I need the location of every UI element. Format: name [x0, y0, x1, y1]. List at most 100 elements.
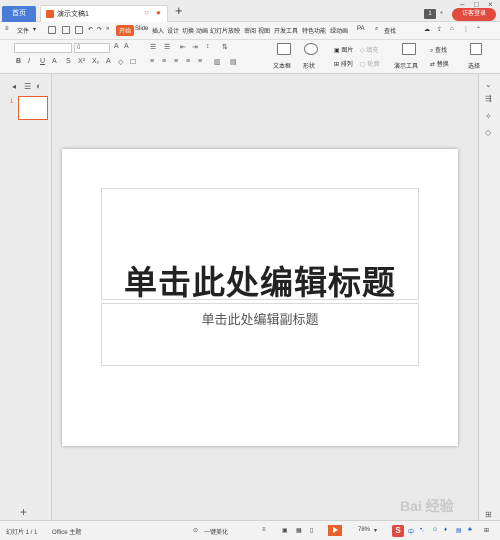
align-right-icon[interactable]: ≡	[174, 58, 178, 65]
text-direction-icon[interactable]: ⇅	[222, 43, 228, 51]
highlight-icon[interactable]: ◇	[118, 58, 123, 66]
keyboard-icon[interactable]: ▤	[456, 527, 462, 534]
print-icon[interactable]	[75, 26, 83, 34]
mic-icon[interactable]: ♦	[444, 527, 447, 533]
grow-font-icon[interactable]: A	[114, 43, 119, 50]
document-tab[interactable]: 演示文稿1 ○ ●	[40, 5, 168, 22]
normal-view-icon[interactable]: ▣	[282, 527, 288, 534]
title-placeholder[interactable]: 单击此处编辑标题	[101, 188, 419, 302]
tab-transition[interactable]: 切换	[182, 26, 194, 35]
cloud-icon[interactable]: ☁	[424, 26, 430, 33]
redo-icon[interactable]: ↷	[97, 26, 102, 33]
tab-green-animation[interactable]: 绿动画	[330, 26, 348, 35]
align-text-icon[interactable]: ▤	[230, 58, 237, 66]
tab-review[interactable]: 审阅	[244, 26, 256, 35]
zoom-dropdown-icon[interactable]: ▾	[374, 527, 377, 534]
select-icon[interactable]	[470, 43, 482, 55]
find-button[interactable]: ⌕ 查找	[430, 45, 447, 55]
add-slide-button[interactable]: +	[20, 505, 27, 519]
shape-button[interactable]: 形状	[303, 61, 315, 70]
window-count-badge[interactable]: 1	[424, 9, 436, 19]
italic-icon[interactable]: I	[28, 58, 30, 65]
font-color-icon[interactable]: A	[52, 58, 57, 65]
tab-pa[interactable]: PA	[357, 26, 365, 32]
collab-icon[interactable]: ⌂	[450, 26, 454, 32]
subtitle-placeholder[interactable]: 单击此处编辑副标题	[101, 303, 419, 366]
align-center-icon[interactable]: ≡	[162, 58, 166, 65]
arrange-button[interactable]: ⊞ 排列	[334, 59, 353, 68]
settings-icon[interactable]: ⌄	[485, 80, 492, 89]
numbering-icon[interactable]: ☰	[164, 43, 170, 51]
pin-icon[interactable]: ○	[144, 8, 149, 17]
text-effect-icon[interactable]: A	[106, 58, 111, 65]
close-window-button[interactable]: ×	[488, 0, 493, 9]
emoji-icon[interactable]: ☺	[432, 527, 438, 533]
shape-pane-icon[interactable]: ◇	[485, 128, 491, 137]
textbox-button[interactable]: 文本框	[273, 61, 291, 70]
slide-canvas[interactable]: 单击此处编辑标题 单击此处编辑副标题	[62, 149, 458, 446]
tab-view[interactable]: 视图	[258, 26, 270, 35]
login-button[interactable]: 访客登录	[452, 8, 496, 21]
menu-icon[interactable]: ≡	[5, 26, 9, 32]
textbox-icon[interactable]	[277, 43, 291, 55]
tab-slide[interactable]: Slide	[135, 26, 148, 32]
present-tools-icon[interactable]	[402, 43, 416, 55]
tab-slideshow[interactable]: 幻灯片放映	[210, 26, 240, 35]
indent-icon[interactable]: ⇤	[180, 43, 186, 51]
file-menu[interactable]: 文件	[17, 26, 29, 35]
tab-start[interactable]: 开始	[116, 25, 135, 36]
help-icon[interactable]: ⊞	[485, 510, 492, 519]
grid-icon[interactable]: ⊞	[484, 527, 489, 534]
outline-view-icon[interactable]: ☰	[24, 82, 31, 91]
more-options-icon[interactable]: ⋮	[463, 26, 469, 33]
share-icon[interactable]: ⇪	[437, 26, 442, 33]
zoom-level[interactable]: 78%	[358, 527, 370, 533]
outline-button[interactable]: ▢ 轮廓	[360, 59, 379, 68]
more-icon[interactable]: »	[106, 26, 109, 32]
shape-icon[interactable]	[304, 43, 318, 55]
tab-insert[interactable]: 插入	[152, 26, 164, 35]
superscript-icon[interactable]: X²	[78, 58, 85, 65]
search-icon[interactable]: ⌕	[375, 26, 378, 33]
align-left-icon[interactable]: ≡	[150, 58, 154, 65]
skin-icon[interactable]: ▪	[440, 8, 443, 17]
replace-button[interactable]: ⇄ 替换	[430, 59, 449, 68]
sorter-view-icon[interactable]: ▦	[296, 527, 302, 534]
notes-icon[interactable]: ≡	[262, 527, 266, 533]
font-name-field[interactable]	[14, 43, 72, 53]
font-size-field[interactable]: 0	[74, 43, 110, 53]
undo-icon[interactable]: ↶	[88, 26, 93, 33]
clear-format-icon[interactable]: ☐	[130, 58, 136, 66]
collapse-pane-icon[interactable]: ◂	[12, 82, 16, 91]
tab-animation[interactable]: 动画	[196, 26, 208, 35]
bold-icon[interactable]: B	[16, 58, 21, 65]
export-icon[interactable]	[62, 26, 70, 34]
close-tab-icon[interactable]: ●	[156, 8, 161, 17]
tab-design[interactable]: 设计	[167, 26, 179, 35]
distribute-icon[interactable]: ≡	[198, 58, 202, 65]
present-tools-button[interactable]: 演示工具	[394, 61, 418, 70]
properties-icon[interactable]: ⇶	[485, 94, 492, 103]
tab-features[interactable]: 特色功能	[302, 26, 326, 35]
play-slideshow-button[interactable]	[328, 525, 342, 536]
underline-icon[interactable]: U	[40, 58, 45, 65]
subscript-icon[interactable]: X₂	[92, 58, 99, 65]
line-spacing-icon[interactable]: ↕	[206, 43, 210, 50]
theme-name[interactable]: Office 主题	[52, 527, 81, 536]
fill-button[interactable]: ◇ 填充	[360, 45, 378, 54]
add-tab-button[interactable]: +	[175, 3, 183, 18]
save-icon[interactable]	[48, 26, 56, 34]
bullets-icon[interactable]: ☰	[150, 43, 156, 51]
beautify-icon[interactable]: ⊙	[193, 527, 198, 534]
search-button[interactable]: 查找	[384, 26, 396, 35]
animation-pane-icon[interactable]: ✧	[485, 112, 492, 121]
outdent-icon[interactable]: ⇥	[192, 43, 198, 51]
maximize-button[interactable]: □	[474, 0, 479, 9]
skin-icon-ime[interactable]: ♣	[468, 527, 472, 533]
chevron-down-icon[interactable]: ▾	[33, 26, 36, 33]
tab-developer[interactable]: 开发工具	[274, 26, 298, 35]
picture-button[interactable]: ▣ 图片	[334, 45, 353, 54]
collapse-ribbon-icon[interactable]: ⌃	[476, 26, 481, 33]
justify-icon[interactable]: ≡	[186, 58, 190, 65]
slide-thumbnail[interactable]	[18, 96, 48, 120]
